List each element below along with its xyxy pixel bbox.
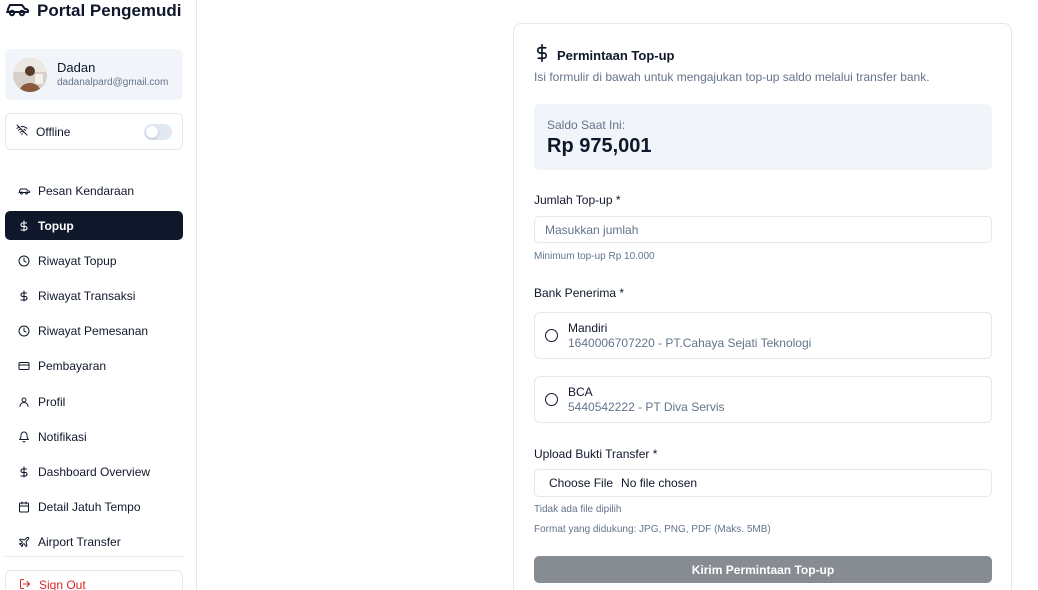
file-upload-input[interactable]: Choose File No file chosen — [534, 469, 992, 497]
bank-name: Mandiri — [568, 321, 608, 335]
sidebar-item-pesan-kendaraan[interactable]: Pesan Kendaraan — [5, 176, 183, 205]
sidebar-item-label: Notifikasi — [38, 429, 87, 444]
user-email: dadanalpard@gmail.com — [57, 77, 169, 88]
sidebar-item-pembayaran[interactable]: Pembayaran — [5, 352, 183, 381]
bell-icon — [18, 431, 30, 443]
car-icon — [18, 185, 30, 197]
sidebar-item-airport-transfer[interactable]: Airport Transfer — [5, 528, 183, 557]
sign-out-label: Sign Out — [39, 578, 86, 590]
log-out-icon — [19, 578, 31, 590]
bank-option-mandiri[interactable]: Mandiri 1640006707220 - PT.Cahaya Sejati… — [534, 312, 992, 359]
card-title: Permintaan Top-up — [557, 48, 675, 63]
bank-account: 1640006707220 - PT.Cahaya Sejati Teknolo… — [568, 336, 812, 350]
sidebar-item-label: Riwayat Pemesanan — [38, 324, 149, 339]
status-label: Offline — [36, 124, 71, 139]
clock-icon — [18, 255, 30, 267]
file-status: No file chosen — [621, 476, 698, 490]
amount-input[interactable] — [534, 216, 992, 243]
radio-button[interactable] — [545, 329, 558, 342]
format-hint: Format yang didukung: JPG, PNG, PDF (Mak… — [534, 524, 771, 535]
car-icon — [5, 0, 29, 23]
balance-value: Rp 975,001 — [547, 135, 652, 157]
choose-file-button[interactable]: Choose File — [549, 476, 613, 490]
online-toggle[interactable] — [144, 123, 172, 140]
sidebar-item-topup[interactable]: Topup — [5, 211, 183, 241]
topup-request-card: Permintaan Top-up Isi formulir di bawah … — [513, 23, 1012, 590]
clock-icon — [18, 325, 30, 337]
sidebar-item-label: Profil — [38, 394, 66, 409]
online-status-card: Offline — [5, 113, 183, 150]
credit-card-icon — [18, 360, 30, 372]
file-hint: Tidak ada file dipilih — [534, 504, 622, 515]
bank-option-bca[interactable]: BCA 5440542222 - PT Diva Servis — [534, 376, 992, 423]
calendar-icon — [18, 501, 30, 513]
sidebar-item-label: Airport Transfer — [38, 535, 121, 550]
toggle-knob — [146, 125, 158, 138]
bank-label: Bank Penerima * — [534, 286, 625, 300]
user-name: Dadan — [57, 60, 96, 75]
sidebar-divider — [5, 556, 183, 557]
sidebar-item-label: Detail Jatuh Tempo — [38, 500, 141, 515]
bank-name: BCA — [568, 385, 593, 399]
user-icon — [18, 396, 30, 408]
wifi-off-icon — [16, 123, 28, 141]
plane-icon — [18, 536, 30, 548]
amount-hint: Minimum top-up Rp 10.000 — [534, 251, 655, 262]
submit-topup-button[interactable]: Kirim Permintaan Top-up — [534, 556, 992, 583]
upload-label: Upload Bukti Transfer * — [534, 447, 658, 461]
sidebar-item-label: Dashboard Overview — [38, 465, 151, 479]
sidebar-item-detail-jatuh-tempo[interactable]: Detail Jatuh Tempo — [5, 493, 183, 522]
sidebar-item-riwayat-transaksi[interactable]: Riwayat Transaksi — [5, 282, 183, 311]
dollar-icon — [535, 43, 549, 67]
radio-button[interactable] — [545, 393, 558, 406]
sidebar-item-dashboard-overview[interactable]: Dashboard Overview — [5, 458, 183, 487]
balance-panel: Saldo Saat Ini: Rp 975,001 — [534, 104, 992, 170]
sidebar-item-label: Riwayat Topup — [38, 253, 117, 268]
sidebar-item-riwayat-pemesanan[interactable]: Riwayat Pemesanan — [5, 317, 183, 346]
dollar-icon — [18, 290, 30, 302]
sign-out-button[interactable]: Sign Out — [5, 570, 183, 590]
sidebar-item-notifikasi[interactable]: Notifikasi — [5, 422, 183, 451]
app-title: Portal Pengemudi — [37, 1, 182, 20]
sidebar-item-profil[interactable]: Profil — [5, 387, 183, 416]
sidebar-item-label: Pembayaran — [38, 359, 107, 374]
dollar-icon — [18, 220, 30, 232]
sidebar-item-label: Riwayat Transaksi — [38, 289, 136, 304]
sidebar-item-label: Topup — [38, 218, 74, 233]
sidebar: Portal Pengemudi Dadan dadanalpard@gmail… — [0, 0, 197, 590]
amount-label: Jumlah Top-up * — [534, 193, 621, 207]
user-card[interactable]: Dadan dadanalpard@gmail.com — [5, 49, 183, 100]
sidebar-item-label: Pesan Kendaraan — [38, 183, 135, 198]
avatar — [13, 57, 47, 92]
sidebar-nav: Pesan Kendaraan Topup Riwayat Topup Riwa… — [5, 176, 183, 563]
card-header: Permintaan Top-up — [535, 43, 675, 67]
bank-account: 5440542222 - PT Diva Servis — [568, 400, 725, 414]
dollar-icon — [18, 466, 30, 478]
brand: Portal Pengemudi — [5, 0, 182, 22]
balance-label: Saldo Saat Ini: — [547, 118, 626, 132]
card-description: Isi formulir di bawah untuk mengajukan t… — [534, 70, 930, 84]
sidebar-item-riwayat-topup[interactable]: Riwayat Topup — [5, 246, 183, 275]
